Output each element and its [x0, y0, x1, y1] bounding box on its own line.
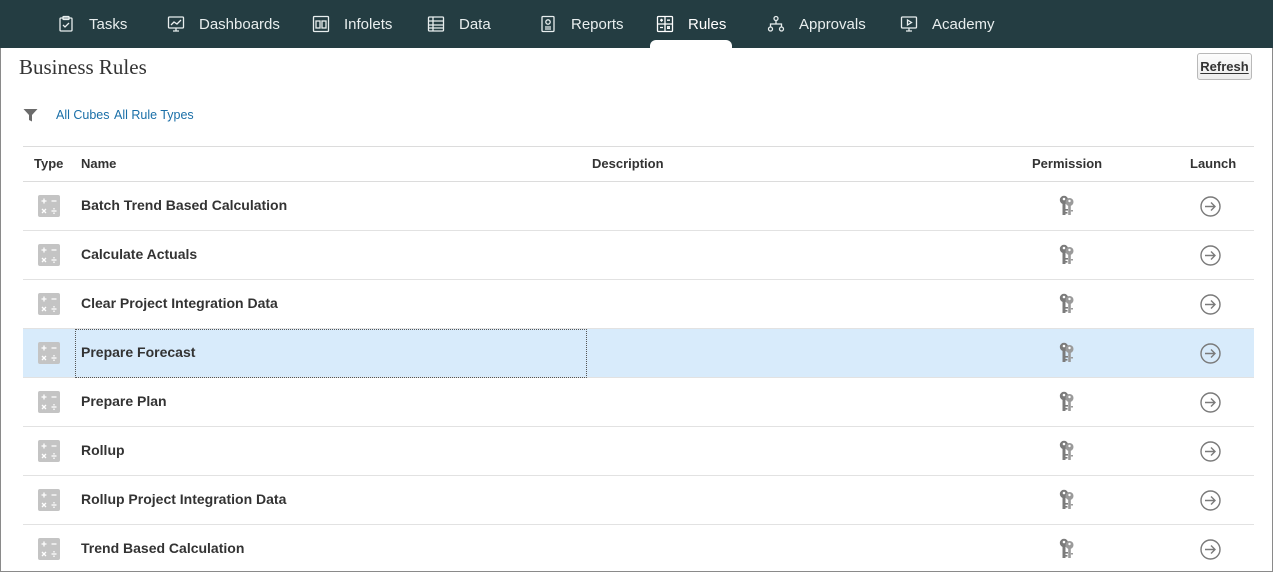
nav-tab-label: Infolets [344, 15, 393, 33]
nav-tab-tasks[interactable]: Tasks [57, 0, 127, 48]
column-header-description[interactable]: Description [592, 156, 664, 171]
permission-keys-icon[interactable] [1056, 488, 1076, 512]
clipboard-icon [57, 15, 75, 33]
calculator-icon [38, 293, 60, 315]
top-nav: Tasks Dashboards Infolets Data Reports R… [0, 0, 1273, 48]
cell-focus-outline [75, 329, 587, 378]
launch-arrow-icon[interactable] [1200, 441, 1221, 462]
grid-icon [427, 15, 445, 33]
permission-keys-icon[interactable] [1056, 341, 1076, 365]
permission-keys-icon[interactable] [1056, 243, 1076, 267]
column-header-permission[interactable]: Permission [1032, 156, 1102, 171]
column-header-name[interactable]: Name [81, 156, 116, 171]
calculator-icon [38, 391, 60, 413]
rule-name: Rollup [81, 442, 125, 458]
nav-tab-label: Academy [932, 15, 995, 33]
table-row[interactable]: Clear Project Integration Data [23, 280, 1254, 329]
nav-tab-dashboards[interactable]: Dashboards [167, 0, 280, 48]
permission-keys-icon[interactable] [1056, 439, 1076, 463]
filter-rule-types-link[interactable]: All Rule Types [114, 108, 194, 122]
table-body: Batch Trend Based Calculation Calculate … [23, 182, 1254, 572]
calculator-icon [38, 440, 60, 462]
rule-name: Batch Trend Based Calculation [81, 197, 288, 213]
rules-table: Type Name Description Permission Launch … [23, 146, 1254, 572]
play-screen-icon [900, 15, 918, 33]
nav-tab-academy[interactable]: Academy [900, 0, 995, 48]
launch-arrow-icon[interactable] [1200, 392, 1221, 413]
rule-name: Trend Based Calculation [81, 540, 245, 556]
nav-tab-label: Rules [688, 15, 727, 33]
calculator-icon [38, 489, 60, 511]
rule-name: Prepare Plan [81, 393, 167, 409]
page-title: Business Rules [19, 55, 147, 79]
table-row[interactable]: Rollup Project Integration Data [23, 476, 1254, 525]
active-tab-indicator [650, 40, 732, 48]
nav-tab-label: Data [459, 15, 491, 33]
table-row[interactable]: Trend Based Calculation [23, 525, 1254, 572]
table-row-selected[interactable]: Prepare Forecast [23, 329, 1254, 378]
launch-arrow-icon[interactable] [1200, 490, 1221, 511]
table-row[interactable]: Batch Trend Based Calculation [23, 182, 1254, 231]
refresh-button[interactable]: Refresh [1197, 53, 1252, 80]
nav-tab-data[interactable]: Data [427, 0, 491, 48]
monitor-chart-icon [167, 15, 185, 33]
permission-keys-icon[interactable] [1056, 292, 1076, 316]
table-header: Type Name Description Permission Launch [23, 147, 1254, 182]
launch-arrow-icon[interactable] [1200, 245, 1221, 266]
rule-name: Calculate Actuals [81, 246, 198, 262]
nav-tab-label: Approvals [799, 15, 866, 33]
table-row[interactable]: Prepare Plan [23, 378, 1254, 427]
hierarchy-icon [767, 15, 785, 33]
nav-tab-reports[interactable]: Reports [539, 0, 624, 48]
infolet-icon [312, 15, 330, 33]
report-icon [539, 15, 557, 33]
nav-tab-infolets[interactable]: Infolets [312, 0, 392, 48]
nav-tab-label: Dashboards [199, 15, 280, 33]
column-header-launch[interactable]: Launch [1190, 156, 1236, 171]
launch-arrow-icon[interactable] [1200, 294, 1221, 315]
rule-name: Clear Project Integration Data [81, 295, 278, 311]
nav-tab-approvals[interactable]: Approvals [767, 0, 866, 48]
table-row[interactable]: Calculate Actuals [23, 231, 1254, 280]
launch-arrow-icon[interactable] [1200, 539, 1221, 560]
calculator-icon [38, 195, 60, 217]
column-header-type[interactable]: Type [34, 156, 63, 171]
table-row[interactable]: Rollup [23, 427, 1254, 476]
launch-arrow-icon[interactable] [1200, 196, 1221, 217]
permission-keys-icon[interactable] [1056, 390, 1076, 414]
permission-keys-icon[interactable] [1056, 537, 1076, 561]
filter-icon[interactable] [23, 108, 38, 123]
filter-cubes-link[interactable]: All Cubes [56, 108, 110, 122]
calculator-icon [38, 538, 60, 560]
launch-arrow-icon[interactable] [1200, 343, 1221, 364]
calculator-icon [38, 244, 60, 266]
permission-keys-icon[interactable] [1056, 194, 1076, 218]
nav-tab-label: Reports [571, 15, 624, 33]
nav-tab-label: Tasks [89, 15, 128, 33]
rule-name: Rollup Project Integration Data [81, 491, 287, 507]
calculator-icon [38, 342, 60, 364]
rules-icon [656, 15, 674, 33]
